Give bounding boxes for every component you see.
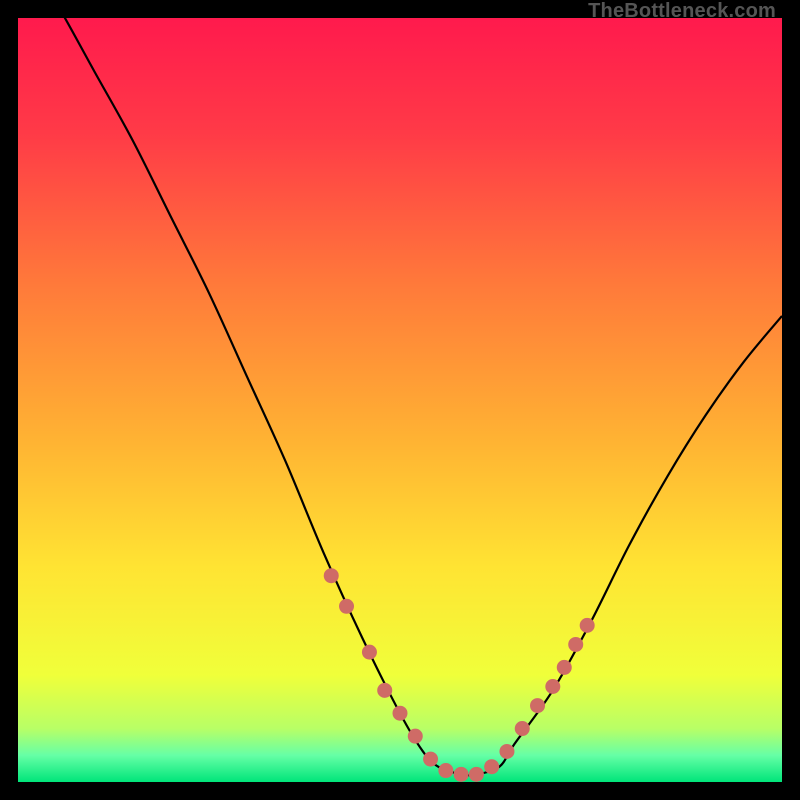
highlight-dot [515,721,530,736]
highlight-dot [393,706,408,721]
highlight-dot [423,752,438,767]
highlight-dot [499,744,514,759]
highlight-dot [484,759,499,774]
highlight-dot [580,618,595,633]
highlight-dot [568,637,583,652]
watermark-text: TheBottleneck.com [588,0,776,23]
bottleneck-curve-chart [18,18,782,782]
highlight-dot [362,645,377,660]
highlight-dot [557,660,572,675]
highlight-dot [339,599,354,614]
highlight-dot [377,683,392,698]
chart-frame [18,18,782,782]
gradient-background [18,18,782,782]
highlight-dot [324,568,339,583]
highlight-dot [530,698,545,713]
highlight-dot [408,729,423,744]
highlight-dot [438,763,453,778]
highlight-dot [454,767,469,782]
highlight-dot [545,679,560,694]
highlight-dot [469,767,484,782]
